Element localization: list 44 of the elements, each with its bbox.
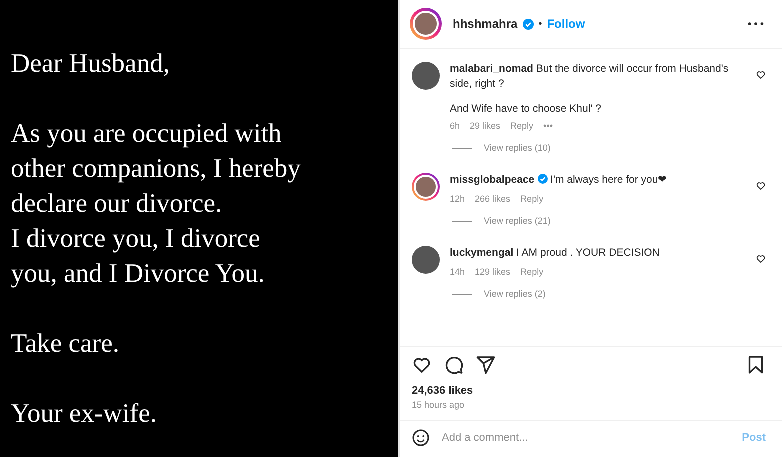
post-time: 15 hours ago <box>411 399 466 412</box>
share-icon[interactable] <box>476 355 496 375</box>
like-heart-icon[interactable] <box>756 70 766 80</box>
like-heart-icon[interactable] <box>756 181 766 191</box>
comment-time: 14h <box>450 267 466 277</box>
like-count[interactable]: 129 likes <box>475 267 511 277</box>
avatar-icon[interactable] <box>412 173 440 201</box>
letter-line: Your ex-wife. <box>11 397 157 430</box>
avatar-icon[interactable] <box>412 246 440 274</box>
comment-time: 6h <box>450 121 460 131</box>
comment-text: luckymengal I AM proud . YOUR DECISION <box>450 246 661 261</box>
comment-text: missglobalpeace I'm always here for you❤ <box>450 173 668 188</box>
heart-icon[interactable] <box>412 355 432 375</box>
view-replies-link[interactable]: View replies (2) <box>484 289 546 299</box>
letter-line: other companions, I hereby <box>11 152 301 185</box>
like-count[interactable]: 24,636 likes <box>400 379 782 397</box>
follow-link[interactable]: Follow <box>547 17 586 31</box>
avatar-icon[interactable] <box>410 8 442 40</box>
avatar-icon[interactable] <box>412 62 440 90</box>
reply-link[interactable]: Reply <box>510 121 534 131</box>
separator-dot: • <box>538 18 542 30</box>
username-link[interactable]: hhshmahra <box>453 17 518 31</box>
reply-link[interactable]: Reply <box>520 267 544 277</box>
comment-time: 12h <box>450 194 466 204</box>
letter-line: I divorce you, I divorce <box>11 222 260 255</box>
like-count[interactable]: 29 likes <box>470 121 501 131</box>
reply-link[interactable]: Reply <box>520 194 544 204</box>
letter-line: you, and I Divorce You. <box>11 257 265 290</box>
view-replies-link[interactable]: View replies (21) <box>484 216 551 226</box>
comment-text: malabari_nomad But the divorce will occur from Husband's side, right ? <box>450 62 730 92</box>
emoji-icon[interactable] <box>412 429 430 447</box>
letter-line: As you are occupied with <box>11 117 282 150</box>
letter-line: Dear Husband, <box>11 47 170 80</box>
letter-line: Take care. <box>11 327 120 360</box>
letter-line: declare our divorce. <box>11 187 222 220</box>
comment-input[interactable]: Add a comment... <box>440 431 732 445</box>
like-heart-icon[interactable] <box>756 254 766 264</box>
view-replies-link[interactable]: View replies (10) <box>484 143 551 153</box>
like-count[interactable]: 266 likes <box>475 194 511 204</box>
comment-text: And Wife have to choose Khul' ? <box>450 103 602 115</box>
more-options-icon[interactable] <box>748 22 764 26</box>
comment-icon[interactable] <box>444 355 464 375</box>
bookmark-icon[interactable] <box>746 355 766 375</box>
more-options-link[interactable]: ••• <box>544 121 553 131</box>
